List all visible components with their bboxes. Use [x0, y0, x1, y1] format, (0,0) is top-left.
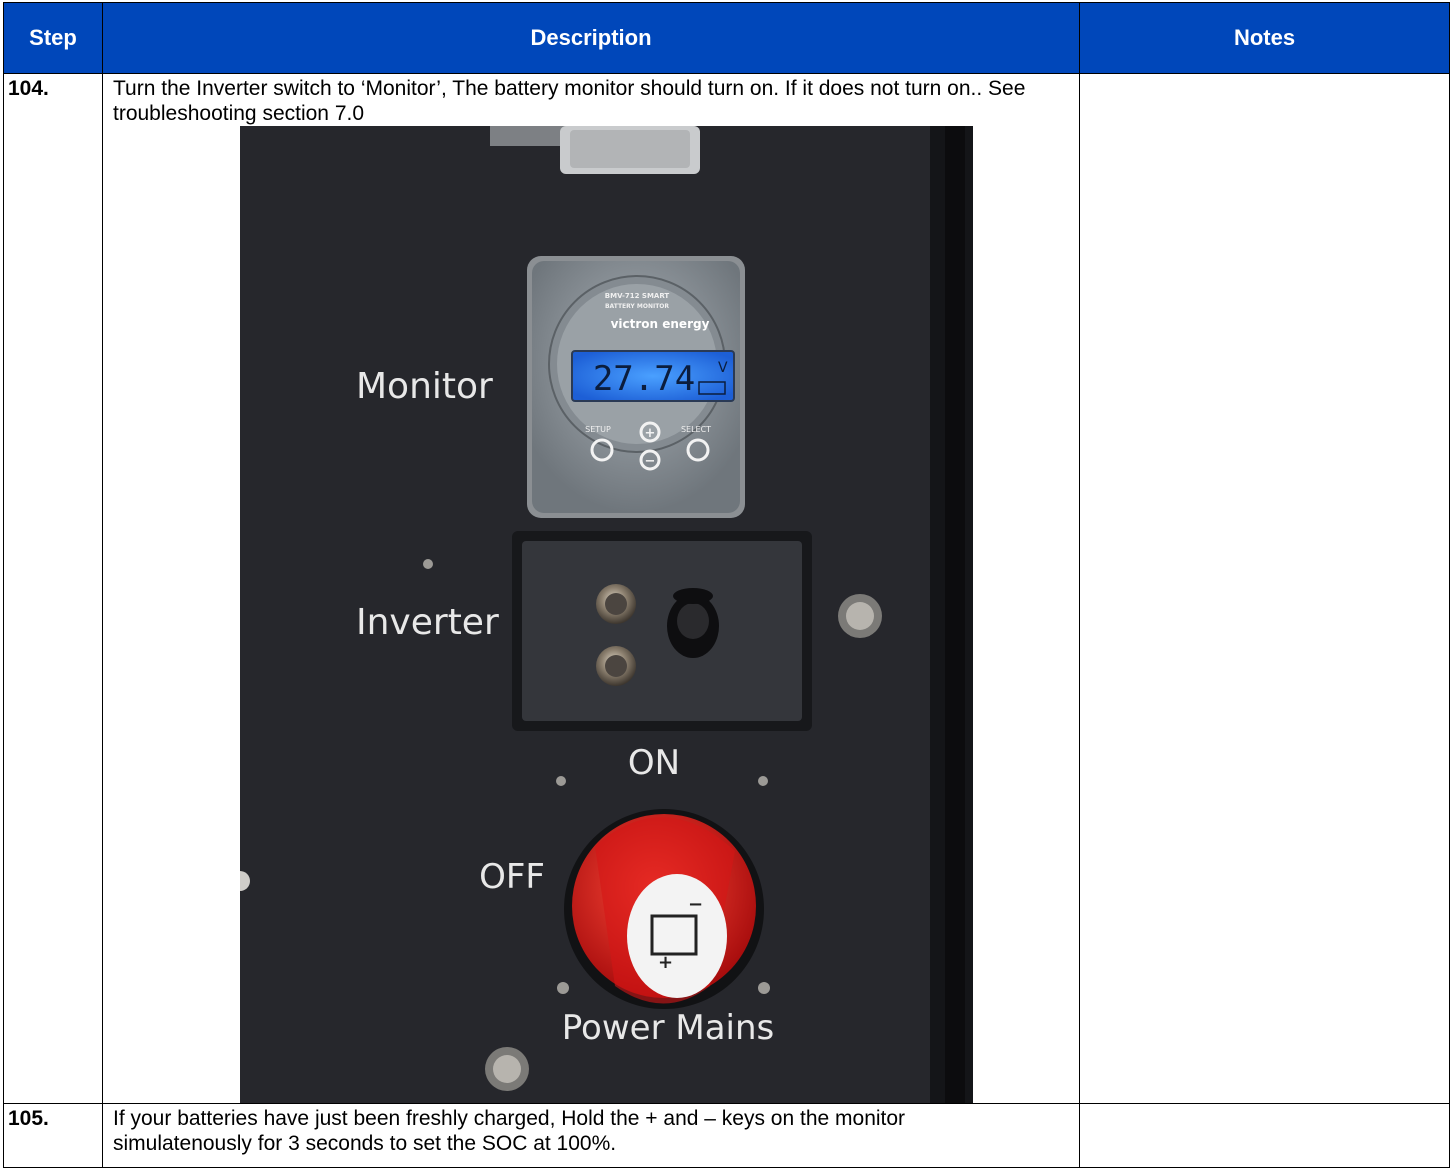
step-description: Turn the Inverter switch to ‘Monitor’, T…	[113, 77, 1026, 125]
svg-text:−: −	[645, 454, 656, 469]
inverter-label: Inverter	[356, 602, 499, 643]
step-description: If your batteries have just been freshly…	[102, 1103, 1080, 1168]
on-label: ON	[628, 743, 680, 783]
step-notes	[1079, 1103, 1450, 1168]
display-unit: V	[718, 360, 728, 376]
off-label: OFF	[479, 857, 545, 897]
table-row: 105. If your batteries have just been fr…	[3, 1103, 1450, 1168]
svg-text:−: −	[688, 894, 703, 915]
control-panel-photo: Monitor BMV-712 SMART BATTERY MONITOR vi…	[240, 126, 973, 1103]
step-number: 105.	[3, 1103, 103, 1168]
power-mains-label: Power Mains	[562, 1008, 774, 1048]
display-value: 27.74	[593, 359, 695, 399]
header-step: Step	[3, 2, 103, 74]
brand-name: victron energy	[611, 317, 710, 331]
monitor-model: BMV-712 SMART	[605, 292, 670, 300]
monitor-subtitle: BATTERY MONITOR	[605, 303, 669, 310]
header-row: Step Description Notes	[3, 2, 1450, 74]
step-number: 104.	[3, 73, 103, 1104]
step-description-cell: Turn the Inverter switch to ‘Monitor’, T…	[102, 73, 1080, 1104]
header-description: Description	[102, 2, 1080, 74]
step-notes	[1079, 73, 1450, 1104]
select-label: SELECT	[681, 425, 711, 434]
setup-label: SETUP	[585, 425, 611, 434]
table-row: 104. Turn the Inverter switch to ‘Monito…	[3, 73, 1450, 1104]
monitor-label: Monitor	[356, 366, 493, 407]
procedure-table: Step Description Notes 104. Turn the Inv…	[3, 2, 1450, 1168]
header-notes: Notes	[1079, 2, 1450, 74]
svg-text:+: +	[658, 952, 673, 973]
svg-text:+: +	[645, 426, 656, 441]
